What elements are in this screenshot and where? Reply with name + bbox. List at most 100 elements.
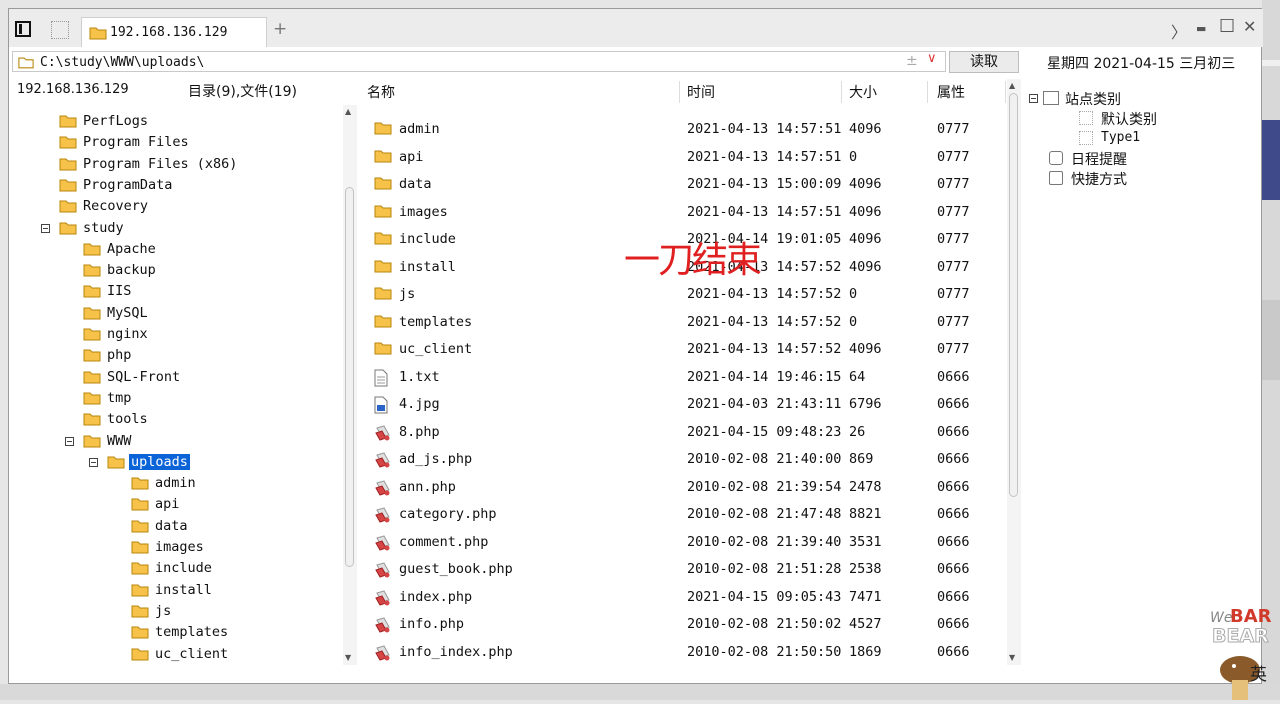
file-name: index.php — [399, 588, 473, 605]
dir-file-count: 目录(9),文件(19) — [188, 84, 298, 100]
tab-host[interactable]: 192.168.136.129 — [81, 17, 267, 47]
scroll-down-icon[interactable]: ▼ — [1009, 653, 1015, 662]
new-tab-button[interactable]: + — [273, 21, 287, 38]
scroll-up-icon[interactable]: ▲ — [1009, 81, 1015, 90]
folder-icon — [59, 178, 77, 196]
file-list-scroll-thumb[interactable] — [1009, 93, 1018, 497]
column-name[interactable]: 名称 — [367, 82, 395, 102]
file-time: 2021-04-15 09:48:23 — [687, 423, 842, 440]
column-divider[interactable] — [679, 81, 680, 103]
file-row[interactable]: guest_book.php 2010-02-08 21:51:28 2538 066… — [361, 555, 1009, 582]
path-input[interactable]: C:\study\WWW\uploads\ ± ∨ — [12, 51, 946, 72]
collapse-toggle-icon[interactable] — [65, 436, 74, 446]
collapse-toggle-icon[interactable] — [1029, 94, 1038, 103]
close-button[interactable]: ✕ — [1243, 17, 1256, 36]
folder-icon — [18, 56, 34, 73]
blank-tab-icon[interactable] — [51, 21, 69, 39]
file-row[interactable]: info_index.php 2010-02-08 21:50:50 1869 066… — [361, 638, 1009, 665]
tree-item-label: PerfLogs — [83, 113, 149, 129]
plus-minus-icon[interactable]: ± — [906, 53, 918, 69]
file-attr: 0666 — [937, 396, 970, 412]
column-divider[interactable] — [927, 81, 928, 103]
file-row[interactable]: api 2021-04-13 14:57:51 0 0777 — [361, 143, 1009, 170]
file-row[interactable]: images 2021-04-13 14:57:51 4096 0777 — [361, 198, 1009, 225]
file-row[interactable]: admin 2021-04-13 14:57:51 4096 0777 — [361, 115, 1009, 142]
collapse-toggle-icon[interactable] — [89, 457, 98, 467]
shortcut-icon — [1049, 171, 1063, 185]
file-row[interactable]: data 2021-04-13 15:00:09 4096 0777 — [361, 170, 1009, 197]
file-row[interactable]: info.php 2010-02-08 21:50:02 4527 0666 — [361, 610, 1009, 637]
tree-scroll-thumb[interactable] — [345, 187, 354, 567]
file-row[interactable]: 1.txt 2021-04-14 19:46:15 64 0666 — [361, 363, 1009, 390]
host-label: 192.168.136.129 — [17, 82, 129, 97]
file-attr: 0666 — [937, 561, 970, 577]
file-row[interactable]: index.php 2021-04-15 09:05:43 7471 0666 — [361, 583, 1009, 610]
file-row[interactable]: js 2021-04-13 14:57:52 0 0777 — [361, 280, 1009, 307]
tree-item-label: Program Files — [83, 134, 189, 151]
read-button[interactable]: 读取 — [949, 51, 1019, 73]
folder-icon — [83, 348, 101, 366]
date-display: 星期四 2021-04-15 三月初三 — [1047, 56, 1236, 72]
tree-item-label: tmp — [107, 389, 132, 406]
file-size: 0 — [849, 313, 858, 330]
file-attr: 0777 — [937, 121, 970, 137]
folder-icon — [89, 26, 107, 44]
php-file-icon — [374, 506, 392, 528]
file-attr: 0666 — [937, 368, 970, 385]
file-time: 2010-02-08 21:50:50 — [687, 643, 842, 660]
logo-text-bear: BEAR — [1212, 625, 1269, 647]
column-attr[interactable]: 属性 — [937, 82, 965, 102]
file-attr: 0777 — [937, 176, 970, 192]
php-file-icon — [374, 534, 392, 556]
file-row[interactable]: uc_client 2021-04-13 14:57:52 4096 0777 — [361, 335, 1009, 362]
file-size: 8821 — [849, 506, 882, 522]
file-name: guest_book.php — [399, 561, 513, 577]
directory-tree: PerfLogs Program Files Program Files (x86)… — [9, 105, 343, 665]
file-row[interactable]: comment.php 2010-02-08 21:39:40 3531 0666 — [361, 528, 1009, 555]
scroll-up-icon[interactable]: ▲ — [345, 107, 351, 116]
file-name: js — [399, 286, 416, 302]
file-list-scrollbar[interactable]: ▲ ▼ — [1007, 79, 1021, 665]
tree-item-label: nginx — [107, 326, 148, 342]
minimize-button[interactable]: ▬ — [1196, 22, 1206, 35]
file-row[interactable]: ad_js.php 2010-02-08 21:40:00 869 0666 — [361, 445, 1009, 472]
folder-icon — [83, 306, 101, 324]
schedule-icon — [1049, 151, 1063, 165]
chevron-right-icon[interactable]: 〉 — [1171, 19, 1187, 43]
category-icon — [1043, 91, 1059, 105]
file-row[interactable]: ann.php 2010-02-08 21:39:54 2478 0666 — [361, 473, 1009, 500]
file-row[interactable]: templates 2021-04-13 14:57:52 0 0777 — [361, 308, 1009, 335]
file-attr: 0666 — [937, 588, 970, 605]
file-attr: 0666 — [937, 423, 970, 440]
file-manager-window: 192.168.136.129 + 〉 ▬ ☐ ✕ C:\study\WWW\u… — [8, 8, 1263, 684]
php-file-icon — [374, 424, 392, 446]
file-row[interactable]: 4.jpg 2021-04-03 21:43:11 6796 0666 — [361, 390, 1009, 417]
php-file-icon — [374, 589, 392, 611]
file-row[interactable]: category.php 2010-02-08 21:47:48 8821 0666 — [361, 500, 1009, 527]
panel-toggle-icon[interactable] — [15, 21, 31, 37]
folder-icon — [59, 157, 77, 175]
column-size[interactable]: 大小 — [849, 82, 877, 102]
tree-item-label: Apache — [107, 240, 156, 257]
text-file-icon — [374, 369, 388, 391]
tree-item-label: IIS — [107, 283, 132, 300]
file-row[interactable]: 8.php 2021-04-15 09:48:23 26 0666 — [361, 418, 1009, 445]
file-size: 26 — [849, 423, 866, 440]
scroll-down-icon[interactable]: ▼ — [345, 653, 351, 662]
file-name: install — [399, 258, 456, 275]
chevron-down-icon[interactable]: ∨ — [927, 51, 937, 66]
folder-icon — [131, 647, 149, 665]
column-divider[interactable] — [1005, 81, 1006, 103]
collapse-toggle-icon[interactable] — [41, 223, 50, 233]
file-name: ad_js.php — [399, 451, 473, 467]
file-time: 2010-02-08 21:39:40 — [687, 533, 842, 550]
file-time: 2021-04-13 14:57:51 — [687, 148, 842, 165]
column-time[interactable]: 时间 — [687, 82, 715, 102]
tree-item-label: uc_client — [155, 645, 229, 662]
file-attr: 0666 — [937, 478, 970, 495]
tree-item-label: include — [155, 560, 212, 577]
column-divider[interactable] — [841, 81, 842, 103]
maximize-button[interactable]: ☐ — [1219, 16, 1235, 37]
tree-scrollbar[interactable]: ▲ ▼ — [343, 105, 357, 665]
file-time: 2010-02-08 21:51:28 — [687, 561, 842, 577]
